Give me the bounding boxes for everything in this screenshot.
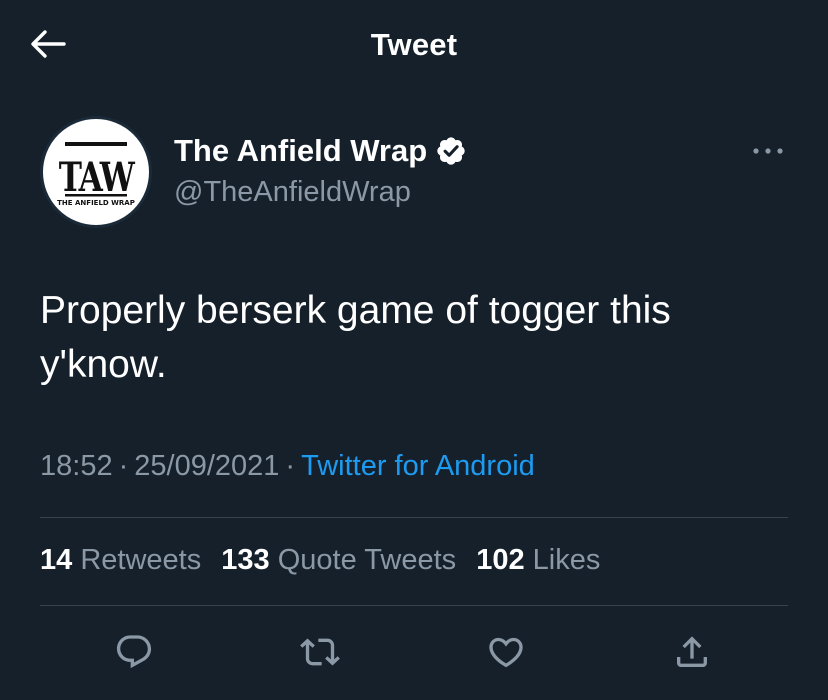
- author-handle[interactable]: @TheAnfieldWrap: [174, 176, 411, 209]
- author-display-name[interactable]: The Anfield Wrap: [174, 133, 427, 169]
- reply-icon: [116, 635, 152, 669]
- top-bar: Tweet: [0, 0, 828, 90]
- quote-tweets-stat[interactable]: 133 Quote Tweets: [221, 544, 456, 576]
- likes-stat[interactable]: 102 Likes: [476, 544, 600, 576]
- author-name-row[interactable]: The Anfield Wrap: [174, 130, 467, 172]
- likes-count: 102: [476, 544, 525, 576]
- tweet-metadata: 18:52 · 25/09/2021 · Twitter for Android: [40, 450, 535, 483]
- divider: [40, 605, 788, 606]
- quote-tweets-count: 133: [221, 544, 270, 576]
- tweet-text: Properly berserk game of togger this y'k…: [40, 289, 671, 386]
- tweet-source-link[interactable]: Twitter for Android: [301, 450, 535, 482]
- share-icon: [677, 636, 707, 667]
- page-title: Tweet: [370, 27, 458, 62]
- logo-subtext: THE ANFIELD WRAP: [57, 199, 135, 207]
- action-bar: [0, 630, 828, 674]
- verified-badge-icon: [435, 135, 467, 167]
- retweet-icon: [300, 638, 340, 666]
- retweets-count: 14: [40, 544, 73, 576]
- retweets-stat[interactable]: 14 Retweets: [40, 544, 201, 576]
- meta-separator: ·: [285, 450, 296, 482]
- retweet-button[interactable]: [298, 630, 342, 674]
- heart-icon: [489, 637, 523, 668]
- tweet-stats: 14 Retweets 133 Quote Tweets 102 Likes: [40, 544, 612, 577]
- meta-separator: ·: [118, 450, 129, 482]
- divider: [40, 517, 788, 518]
- quote-tweets-label: Quote Tweets: [277, 544, 457, 576]
- share-button[interactable]: [670, 630, 714, 674]
- retweets-label: Retweets: [80, 544, 202, 576]
- reply-button[interactable]: [112, 630, 156, 674]
- avatar[interactable]: TAW THE ANFIELD WRAP: [40, 116, 152, 228]
- like-button[interactable]: [484, 630, 528, 674]
- tweet-time: 18:52: [40, 450, 113, 482]
- more-dots-icon: [753, 148, 783, 154]
- tweet-date[interactable]: 25/09/2021: [134, 450, 279, 482]
- more-options-button[interactable]: [748, 136, 788, 166]
- likes-label: Likes: [532, 544, 601, 576]
- taw-logo: TAW THE ANFIELD WRAP: [57, 142, 137, 207]
